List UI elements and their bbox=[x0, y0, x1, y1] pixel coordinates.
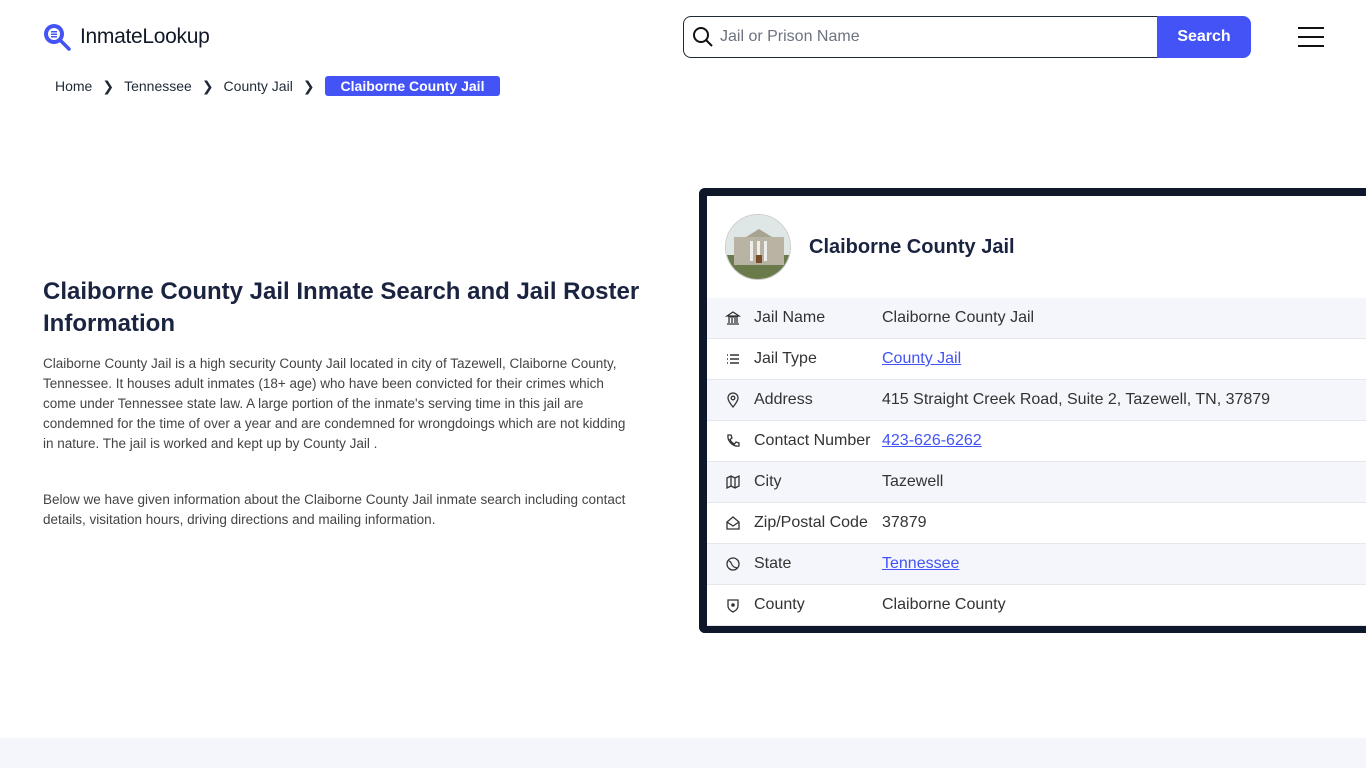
bank-icon bbox=[707, 310, 754, 326]
info-row: City Tazewell bbox=[707, 462, 1366, 503]
search-form: Search bbox=[683, 16, 1251, 58]
jail-photo bbox=[725, 214, 791, 280]
info-value: Claiborne County bbox=[882, 596, 1006, 613]
info-row: State Tennessee bbox=[707, 544, 1366, 585]
intro-paragraph: Claiborne County Jail is a high security… bbox=[43, 356, 626, 451]
search-icon bbox=[693, 27, 713, 47]
phone-icon bbox=[707, 433, 754, 449]
info-row: Jail Type County Jail bbox=[707, 339, 1366, 380]
breadcrumb-current: Claiborne County Jail bbox=[324, 76, 501, 96]
info-row: Jail Name Claiborne County Jail bbox=[707, 298, 1366, 339]
map-pin-icon bbox=[707, 392, 754, 408]
card-title: Claiborne County Jail bbox=[809, 235, 1015, 258]
breadcrumb-county-jail[interactable]: County Jail bbox=[224, 78, 293, 94]
footer-band bbox=[0, 738, 1366, 768]
info-label: Zip/Postal Code bbox=[754, 514, 868, 531]
globe-icon bbox=[707, 556, 754, 572]
logo-text: InmateLookup bbox=[80, 25, 210, 48]
info-label: Jail Name bbox=[754, 309, 826, 326]
logo-magnifier-icon bbox=[44, 24, 71, 51]
info-row: Zip/Postal Code 37879 bbox=[707, 503, 1366, 544]
search-input[interactable] bbox=[720, 28, 1157, 46]
logo[interactable]: InmateLookup bbox=[42, 22, 210, 52]
chevron-right-icon: ❯ bbox=[302, 77, 315, 94]
mail-open-icon bbox=[707, 515, 754, 531]
shield-icon bbox=[707, 597, 754, 613]
chevron-right-icon: ❯ bbox=[201, 77, 214, 94]
info-label: State bbox=[754, 555, 792, 572]
info-value: Tazewell bbox=[882, 473, 944, 490]
info-row: County Claiborne County bbox=[707, 585, 1366, 626]
info-label: County bbox=[754, 596, 805, 613]
search-button[interactable]: Search bbox=[1157, 16, 1251, 58]
chevron-right-icon: ❯ bbox=[102, 77, 115, 94]
info-label: Address bbox=[754, 391, 813, 408]
map-icon bbox=[707, 474, 754, 490]
info-value: 415 Straight Creek Road, Suite 2, Tazewe… bbox=[882, 391, 1271, 408]
page-title: Claiborne County Jail Inmate Search and … bbox=[43, 278, 640, 337]
breadcrumb-tennessee[interactable]: Tennessee bbox=[124, 78, 192, 94]
breadcrumb-home[interactable]: Home bbox=[55, 78, 92, 94]
info-label: Contact Number bbox=[754, 432, 871, 449]
info-value-link[interactable]: 423-626-6262 bbox=[882, 432, 982, 450]
info-value-link[interactable]: County Jail bbox=[882, 350, 961, 368]
hamburger-menu-icon[interactable] bbox=[1298, 27, 1324, 47]
info-label: Jail Type bbox=[754, 350, 817, 367]
info-row: Contact Number 423-626-6262 bbox=[707, 421, 1366, 462]
info-value: Claiborne County Jail bbox=[882, 309, 1035, 326]
info-label: City bbox=[754, 473, 782, 490]
jail-info-card: Claiborne County Jail Jail Name Claiborne… bbox=[699, 188, 1366, 633]
info-value: 37879 bbox=[882, 514, 927, 531]
list-icon bbox=[707, 351, 754, 367]
info-paragraph: Below we have given information about th… bbox=[43, 492, 626, 527]
breadcrumb: Home ❯ Tennessee ❯ County Jail ❯ Claiborne … bbox=[55, 76, 501, 96]
info-value-link[interactable]: Tennessee bbox=[882, 555, 959, 573]
info-row: Address 415 Straight Creek Road, Suite 2,… bbox=[707, 380, 1366, 421]
